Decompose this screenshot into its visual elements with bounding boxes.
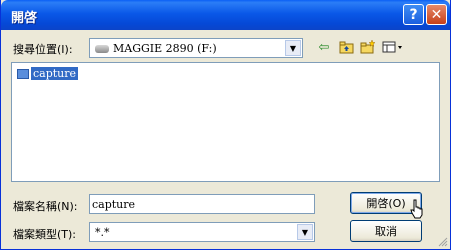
look-in-value: MAGGIE 2890 (F:) (113, 42, 217, 55)
resize-grip-icon[interactable] (436, 235, 448, 247)
chevron-down-icon[interactable]: ▼ (285, 40, 301, 56)
views-menu-button[interactable] (381, 38, 405, 56)
new-folder-icon (360, 40, 376, 54)
folder-icon (17, 68, 29, 79)
look-in-label: 搜尋位置(I): (13, 43, 73, 56)
close-icon: ✕ (430, 6, 443, 23)
drive-icon (95, 45, 109, 53)
file-list[interactable]: capture (11, 62, 440, 182)
folder-up-icon (339, 41, 353, 53)
up-folder-button[interactable] (337, 38, 355, 56)
open-file-dialog: 開啓 ? ✕ 搜尋位置(I): MAGGIE 2890 (F:) ▼ ⇦ cap… (0, 0, 451, 250)
cancel-button[interactable]: 取消 (350, 220, 422, 242)
arrow-left-icon: ⇦ (318, 39, 330, 55)
close-button[interactable]: ✕ (426, 4, 447, 25)
help-button[interactable]: ? (403, 4, 424, 25)
filetype-combo[interactable]: *.* ▼ (89, 222, 315, 242)
back-button[interactable]: ⇦ (315, 38, 333, 56)
help-icon: ? (409, 6, 418, 23)
look-in-combo[interactable]: MAGGIE 2890 (F:) ▼ (89, 38, 303, 58)
chevron-down-icon[interactable]: ▼ (297, 224, 313, 240)
list-item[interactable]: capture (17, 67, 79, 80)
filename-label: 檔案名稱(N): (13, 200, 78, 213)
filetype-label: 檔案類型(T): (13, 228, 77, 241)
open-button-label: 開啓(O) (366, 197, 406, 210)
filename-input[interactable] (92, 197, 310, 212)
title-bar: 開啓 ? ✕ (1, 0, 450, 30)
list-item-label: capture (31, 67, 79, 80)
new-folder-button[interactable] (359, 38, 377, 56)
window-title: 開啓 (11, 11, 38, 26)
filetype-value: *.* (95, 226, 110, 239)
look-in-value-wrap: MAGGIE 2890 (F:) (95, 42, 217, 55)
mouse-cursor-icon (410, 199, 423, 219)
cancel-button-label: 取消 (375, 225, 397, 238)
filename-field[interactable] (89, 194, 315, 214)
view-menu-icon (382, 41, 402, 53)
